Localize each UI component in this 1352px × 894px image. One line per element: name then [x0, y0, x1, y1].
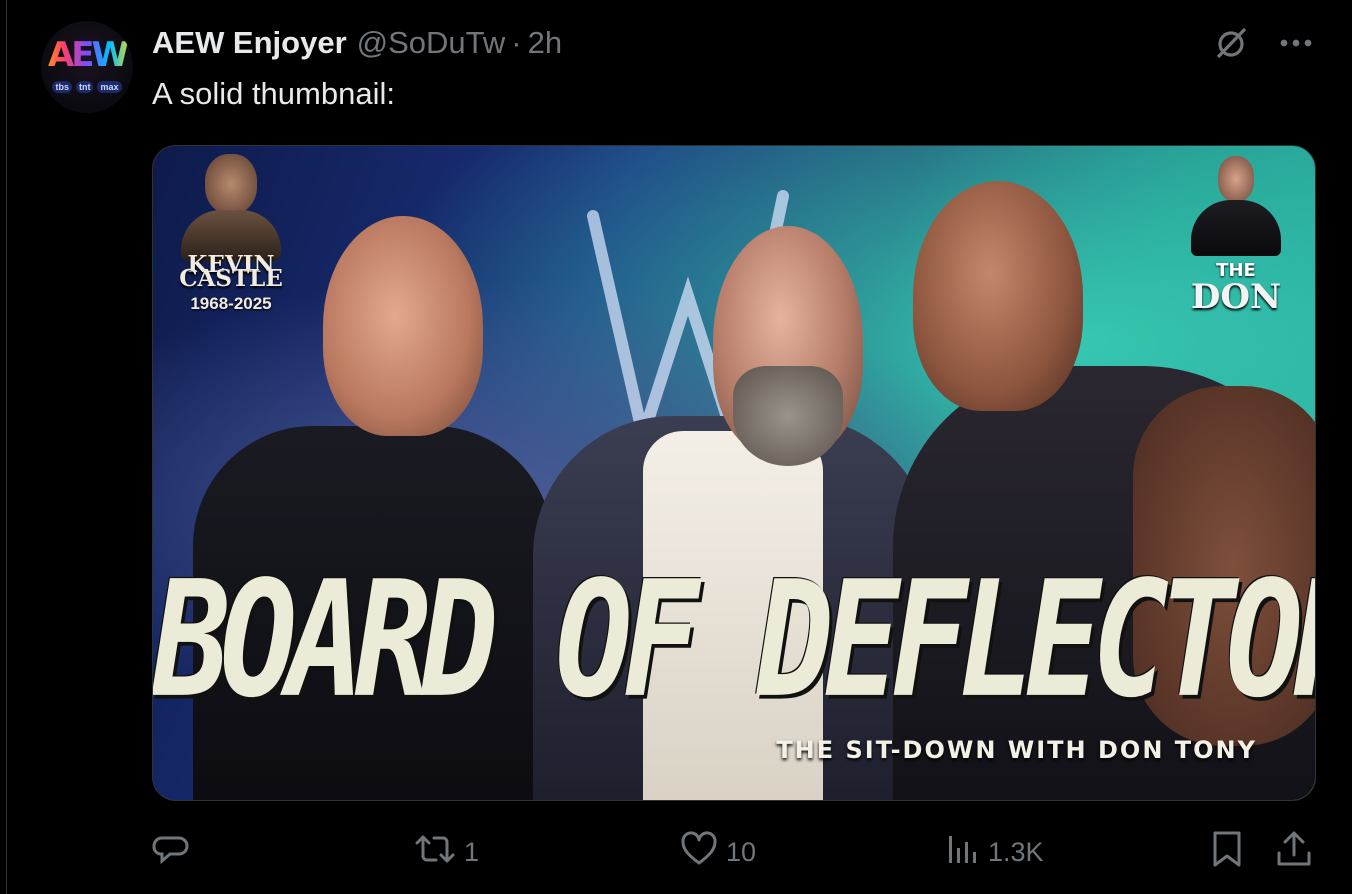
the-don-badge: THE DON	[1181, 156, 1291, 326]
display-name[interactable]: AEW Enjoyer	[152, 25, 347, 61]
tweet-header: AEW Enjoyer @SoDuTw · 2h	[152, 25, 562, 61]
view-count: 1.3K	[988, 836, 1044, 867]
don-portrait	[1218, 156, 1254, 202]
timeline-border	[6, 0, 7, 894]
thumbnail-headline: BOARD OF DEFLECTORS	[153, 547, 1316, 734]
like-button[interactable]: 10	[680, 830, 757, 874]
share-icon	[1276, 830, 1312, 875]
repost-icon	[414, 830, 456, 875]
timestamp[interactable]: 2h	[528, 25, 562, 61]
brand-line2: DON	[1190, 277, 1282, 317]
tweet-image[interactable]: KEVIN CASTLE 1968-2025 THE DON BOARD OF …	[152, 145, 1316, 801]
person-left-face	[323, 216, 483, 436]
heart-icon	[680, 830, 718, 874]
reply-button[interactable]	[152, 832, 198, 872]
like-count: 10	[726, 836, 757, 867]
avatar[interactable]: AEW tbs tnt max	[41, 21, 133, 113]
person-center-beard	[733, 366, 843, 466]
memorial-name-line2: CASTLE	[179, 265, 283, 292]
person-right-face	[913, 181, 1083, 411]
tweet-actions: 1 10 1.3K	[152, 830, 1316, 875]
thumbnail-subhead: THE SIT-DOWN WITH DON TONY	[776, 736, 1257, 764]
grok-slash-icon[interactable]	[1212, 24, 1250, 62]
bookmark-icon	[1210, 830, 1244, 875]
tweet-text: A solid thumbnail:	[152, 76, 395, 111]
repost-count: 1	[464, 836, 480, 867]
views-button[interactable]: 1.3K	[946, 832, 1044, 872]
memorial-years: 1968-2025	[190, 294, 272, 313]
user-handle[interactable]: @SoDuTw	[357, 25, 506, 61]
memorial-badge: KEVIN CASTLE 1968-2025	[175, 154, 287, 344]
share-button[interactable]	[1276, 830, 1312, 875]
reply-icon	[152, 830, 190, 875]
memorial-portrait	[205, 154, 257, 214]
more-icon[interactable]	[1278, 37, 1314, 49]
tweet-top-actions	[1212, 24, 1314, 62]
avatar-logo: AEW	[41, 35, 133, 75]
avatar-networks: tbs tnt max	[41, 81, 133, 93]
separator: ·	[511, 25, 522, 60]
bookmark-button[interactable]	[1210, 830, 1244, 875]
repost-button[interactable]: 1	[414, 832, 479, 872]
views-icon	[946, 832, 980, 873]
